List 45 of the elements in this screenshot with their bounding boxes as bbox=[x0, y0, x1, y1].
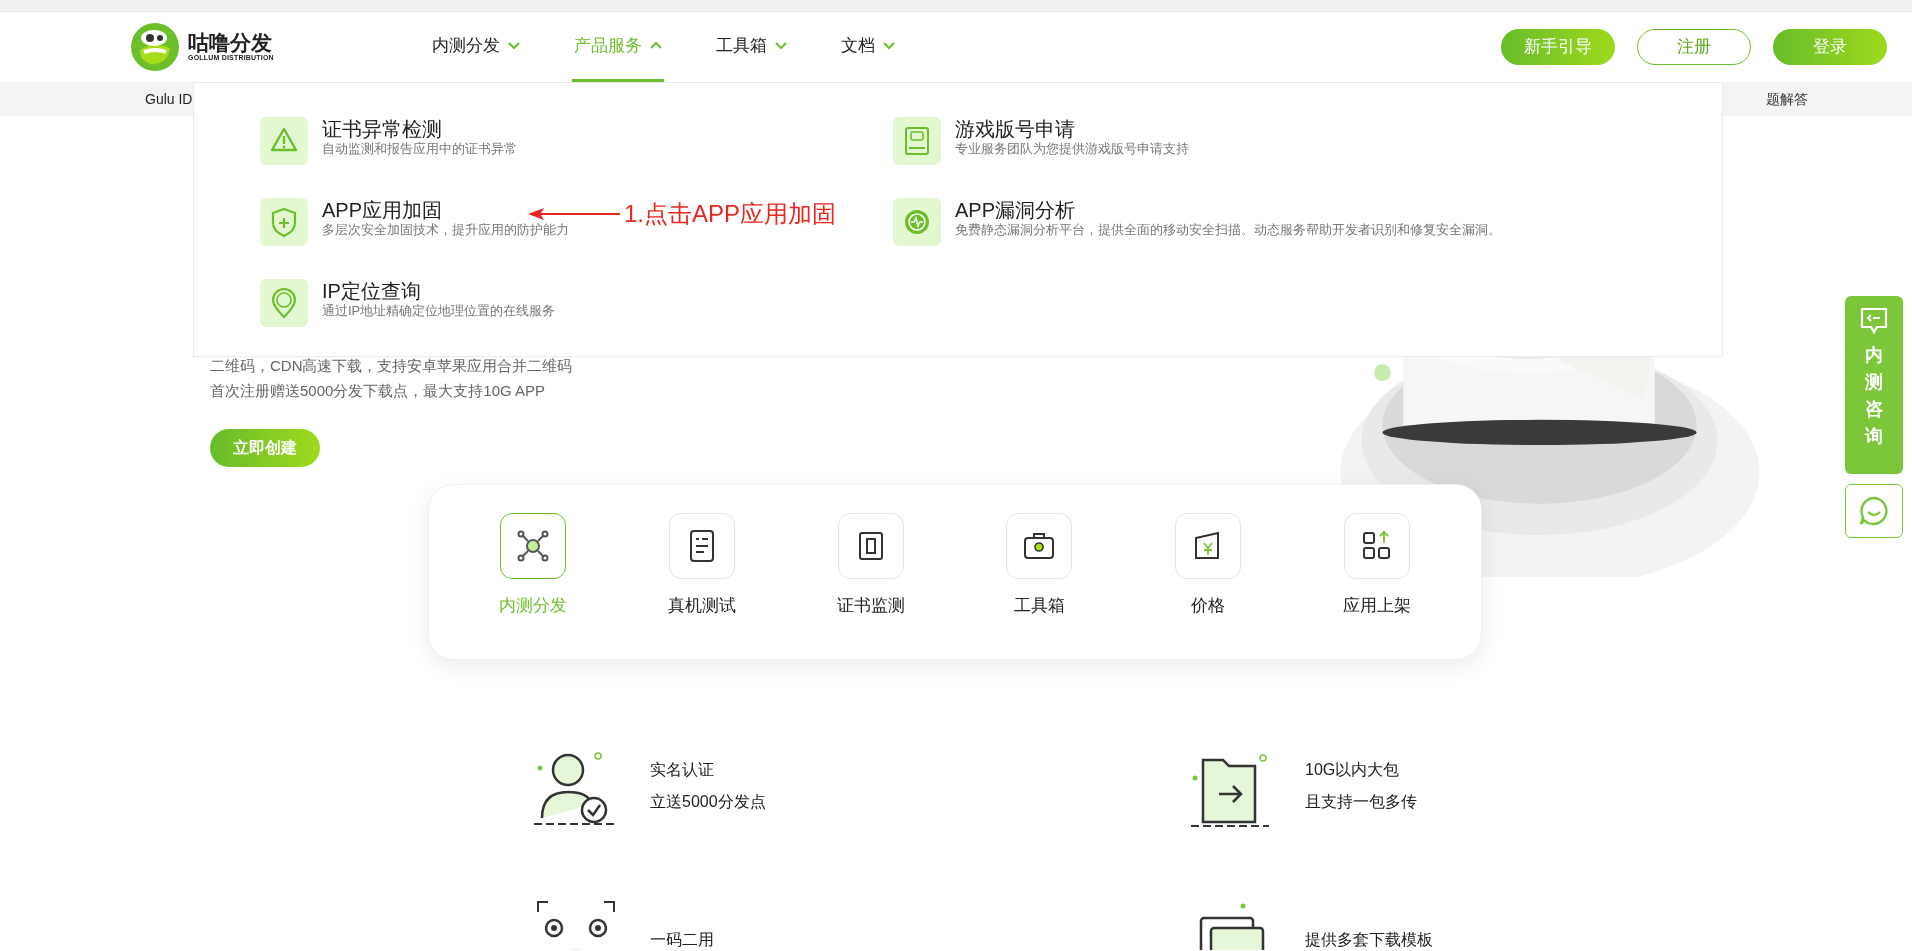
feature-tab[interactable]: 价格 bbox=[1148, 513, 1269, 659]
menu-item-description: 免费静态漏洞分析平台，提供全面的移动安全扫描。动态服务帮助开发者识别和修复安全漏洞。 bbox=[955, 222, 1501, 238]
chat-button[interactable] bbox=[1845, 484, 1903, 538]
chevron-icon bbox=[883, 41, 895, 50]
menu-item-icon bbox=[260, 279, 308, 327]
menu-item-description: 自动监测和报告应用中的证书异常 bbox=[322, 141, 517, 157]
chevron-icon bbox=[775, 41, 787, 50]
feature-tab[interactable]: 真机测试 bbox=[641, 513, 762, 659]
subnav-link[interactable]: Gulu ID bbox=[145, 88, 193, 110]
menu-item-icon bbox=[260, 117, 308, 165]
feature-text: 提供多套下载模板 bbox=[1305, 930, 1433, 950]
chevron-icon bbox=[508, 41, 520, 50]
annotation-text: 1.点击APP应用加固 bbox=[624, 199, 837, 229]
subnav-link[interactable]: 题解答 bbox=[1766, 88, 1809, 110]
feature-text: 实名认证 bbox=[650, 760, 715, 780]
menu-item-icon bbox=[893, 198, 941, 246]
logo-icon bbox=[130, 22, 180, 72]
hero-text: 二维码，CDN高速下载，支持安卓苹果应用合并二维码 bbox=[210, 356, 573, 376]
feature-text: 且支持一包多传 bbox=[1305, 792, 1417, 812]
logo-text: 咕噜分发 bbox=[188, 31, 272, 53]
menu-item-title[interactable]: IP定位查询 bbox=[322, 279, 421, 303]
menu-item-description: 专业服务团队为您提供游戏版号申请支持 bbox=[955, 141, 1189, 157]
arrow-icon bbox=[528, 207, 620, 221]
menu-item-icon bbox=[260, 198, 308, 246]
menu-item-title[interactable]: APP应用加固 bbox=[322, 198, 443, 222]
hero-text: 首次注册赠送5000分发下载点，最大支持10G APP bbox=[210, 381, 547, 401]
nav-tab[interactable]: 内测分发 bbox=[430, 12, 522, 82]
menu-item-title[interactable]: 证书异常检测 bbox=[322, 117, 442, 141]
feature-tab[interactable]: 工具箱 bbox=[979, 513, 1100, 659]
feature-tab[interactable]: 证书监测 bbox=[810, 513, 931, 659]
feature-text: 10G以内大包 bbox=[1305, 760, 1401, 780]
chat-icon bbox=[1858, 495, 1890, 527]
consult-label: 内测咨询 bbox=[1865, 344, 1883, 448]
nav-tab[interactable]: 工具箱 bbox=[714, 12, 789, 82]
feature-text: 一码二用 bbox=[650, 930, 714, 950]
feature-text: 立送5000分发点 bbox=[650, 792, 766, 812]
chevron-icon bbox=[650, 41, 662, 50]
menu-item-description: 通过IP地址精确定位地理位置的在线服务 bbox=[322, 303, 556, 319]
menu-item-icon bbox=[893, 117, 941, 165]
menu-item-title[interactable]: APP漏洞分析 bbox=[955, 198, 1076, 222]
nav-tab[interactable]: 文档 bbox=[839, 12, 897, 82]
feature-tab[interactable]: 应用上架 bbox=[1317, 513, 1437, 659]
menu-item-title[interactable]: 游戏版号申请 bbox=[955, 117, 1075, 141]
menu-item-description: 多层次安全加固技术，提升应用的防护能力 bbox=[322, 222, 569, 238]
message-icon bbox=[1859, 306, 1889, 336]
